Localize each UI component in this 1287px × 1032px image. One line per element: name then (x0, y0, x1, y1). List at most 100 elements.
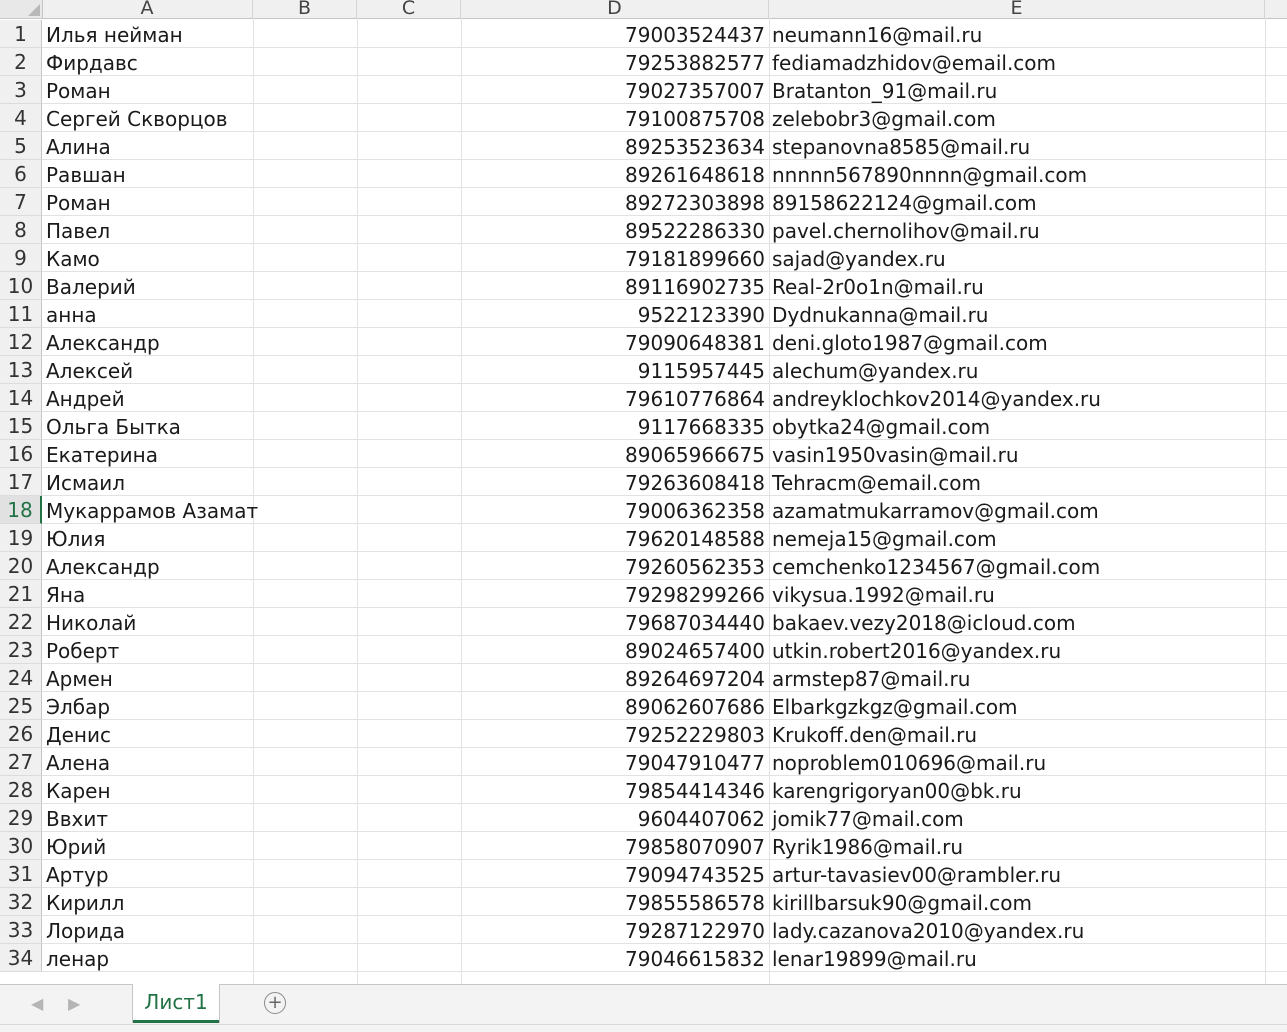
phone-cell[interactable]: 89522286330 (461, 216, 765, 244)
sheet-tab-list1[interactable]: Лист1 (133, 984, 219, 1023)
row-header[interactable]: 32 (0, 888, 42, 916)
name-cell[interactable]: Алина (46, 132, 111, 160)
name-cell[interactable]: Александр (46, 552, 160, 580)
email-cell[interactable]: cemchenko1234567@gmail.com (772, 552, 1100, 580)
select-all-button[interactable] (0, 0, 43, 18)
column-header-b[interactable]: B (253, 0, 357, 18)
spreadsheet-grid[interactable]: A B C D E 1 Илья нейман 79003524437 neumann… (0, 0, 1287, 984)
email-cell[interactable]: alechum@yandex.ru (772, 356, 978, 384)
row-header[interactable]: 14 (0, 384, 42, 412)
email-cell[interactable]: karengrigoryan00@bk.ru (772, 776, 1022, 804)
column-header-a[interactable]: A (42, 0, 253, 18)
name-cell[interactable]: Ольга Бытка (46, 412, 181, 440)
row-header[interactable]: 1 (0, 20, 42, 48)
phone-cell[interactable]: 89253523634 (461, 132, 765, 160)
row-header[interactable]: 27 (0, 748, 42, 776)
row-header[interactable]: 4 (0, 104, 42, 132)
name-cell[interactable]: Фирдавс (46, 48, 138, 76)
phone-cell[interactable]: 79855586578 (461, 888, 765, 916)
row-header[interactable]: 31 (0, 860, 42, 888)
row-header[interactable]: 5 (0, 132, 42, 160)
row-header[interactable]: 26 (0, 720, 42, 748)
name-cell[interactable]: Лорида (46, 916, 125, 944)
name-cell[interactable]: Юрий (46, 832, 106, 860)
email-cell[interactable]: nemeja15@gmail.com (772, 524, 997, 552)
phone-cell[interactable]: 9522123390 (461, 300, 765, 328)
row-header[interactable]: 23 (0, 636, 42, 664)
name-cell[interactable]: Алена (46, 748, 110, 776)
name-cell[interactable]: Павел (46, 216, 110, 244)
name-cell[interactable]: анна (46, 300, 97, 328)
name-cell[interactable]: Исмаил (46, 468, 125, 496)
phone-cell[interactable]: 79858070907 (461, 832, 765, 860)
name-cell[interactable]: Ввхит (46, 804, 108, 832)
phone-cell[interactable]: 79090648381 (461, 328, 765, 356)
phone-cell[interactable]: 79252229803 (461, 720, 765, 748)
row-header[interactable]: 33 (0, 916, 42, 944)
row-header[interactable]: 10 (0, 272, 42, 300)
email-cell[interactable]: armstep87@mail.ru (772, 664, 970, 692)
email-cell[interactable]: zelebobr3@gmail.com (772, 104, 996, 132)
email-cell[interactable]: Real-2r0o1n@mail.ru (772, 272, 984, 300)
name-cell[interactable]: Яна (46, 580, 85, 608)
phone-cell[interactable]: 79046615832 (461, 944, 765, 972)
email-cell[interactable]: Tehracm@email.com (772, 468, 981, 496)
email-cell[interactable]: lady.cazanova2010@yandex.ru (772, 916, 1084, 944)
email-cell[interactable]: vikysua.1992@mail.ru (772, 580, 995, 608)
chevron-left-icon[interactable]: ◀ (31, 994, 43, 1013)
email-cell[interactable]: Elbarkgzkgz@gmail.com (772, 692, 1018, 720)
email-cell[interactable]: sajad@yandex.ru (772, 244, 946, 272)
email-cell[interactable]: noproblem010696@mail.ru (772, 748, 1046, 776)
name-cell[interactable]: Алексей (46, 356, 133, 384)
phone-cell[interactable]: 79100875708 (461, 104, 765, 132)
column-header-c[interactable]: C (357, 0, 461, 18)
phone-cell[interactable]: 9115957445 (461, 356, 765, 384)
row-header[interactable]: 17 (0, 468, 42, 496)
name-cell[interactable]: Роман (46, 76, 111, 104)
row-header[interactable]: 2 (0, 48, 42, 76)
name-cell[interactable]: Элбар (46, 692, 110, 720)
name-cell[interactable]: Армен (46, 664, 113, 692)
phone-cell[interactable]: 89062607686 (461, 692, 765, 720)
email-cell[interactable]: obytka24@gmail.com (772, 412, 990, 440)
row-header[interactable]: 15 (0, 412, 42, 440)
name-cell[interactable]: ленар (46, 944, 109, 972)
phone-cell[interactable]: 89272303898 (461, 188, 765, 216)
phone-cell[interactable]: 89065966675 (461, 440, 765, 468)
name-cell[interactable]: Роберт (46, 636, 119, 664)
row-header[interactable]: 20 (0, 552, 42, 580)
email-cell[interactable]: azamatmukarramov@gmail.com (772, 496, 1099, 524)
row-header[interactable]: 34 (0, 944, 42, 972)
phone-cell[interactable]: 89024657400 (461, 636, 765, 664)
row-header[interactable]: 22 (0, 608, 42, 636)
email-cell[interactable]: deni.gloto1987@gmail.com (772, 328, 1048, 356)
phone-cell[interactable]: 89261648618 (461, 160, 765, 188)
email-cell[interactable]: bakaev.vezy2018@icloud.com (772, 608, 1076, 636)
phone-cell[interactable]: 79260562353 (461, 552, 765, 580)
phone-cell[interactable]: 89264697204 (461, 664, 765, 692)
row-header[interactable]: 16 (0, 440, 42, 468)
name-cell[interactable]: Денис (46, 720, 111, 748)
phone-cell[interactable]: 89116902735 (461, 272, 765, 300)
name-cell[interactable]: Мукаррамов Азамат (46, 496, 258, 524)
email-cell[interactable]: andreyklochkov2014@yandex.ru (772, 384, 1101, 412)
phone-cell[interactable]: 79047910477 (461, 748, 765, 776)
phone-cell[interactable]: 79287122970 (461, 916, 765, 944)
row-header[interactable]: 29 (0, 804, 42, 832)
phone-cell[interactable]: 79298299266 (461, 580, 765, 608)
row-header[interactable]: 13 (0, 356, 42, 384)
name-cell[interactable]: Валерий (46, 272, 136, 300)
name-cell[interactable]: Кирилл (46, 888, 124, 916)
name-cell[interactable]: Артур (46, 860, 109, 888)
column-header-e[interactable]: E (769, 0, 1265, 18)
row-header[interactable]: 30 (0, 832, 42, 860)
row-header[interactable]: 3 (0, 76, 42, 104)
email-cell[interactable]: nnnnn567890nnnn@gmail.com (772, 160, 1087, 188)
row-header[interactable]: 19 (0, 524, 42, 552)
phone-cell[interactable]: 79181899660 (461, 244, 765, 272)
phone-cell[interactable]: 9604407062 (461, 804, 765, 832)
email-cell[interactable]: lenar19899@mail.ru (772, 944, 977, 972)
name-cell[interactable]: Николай (46, 608, 136, 636)
row-header[interactable]: 24 (0, 664, 42, 692)
email-cell[interactable]: pavel.chernolihov@mail.ru (772, 216, 1040, 244)
